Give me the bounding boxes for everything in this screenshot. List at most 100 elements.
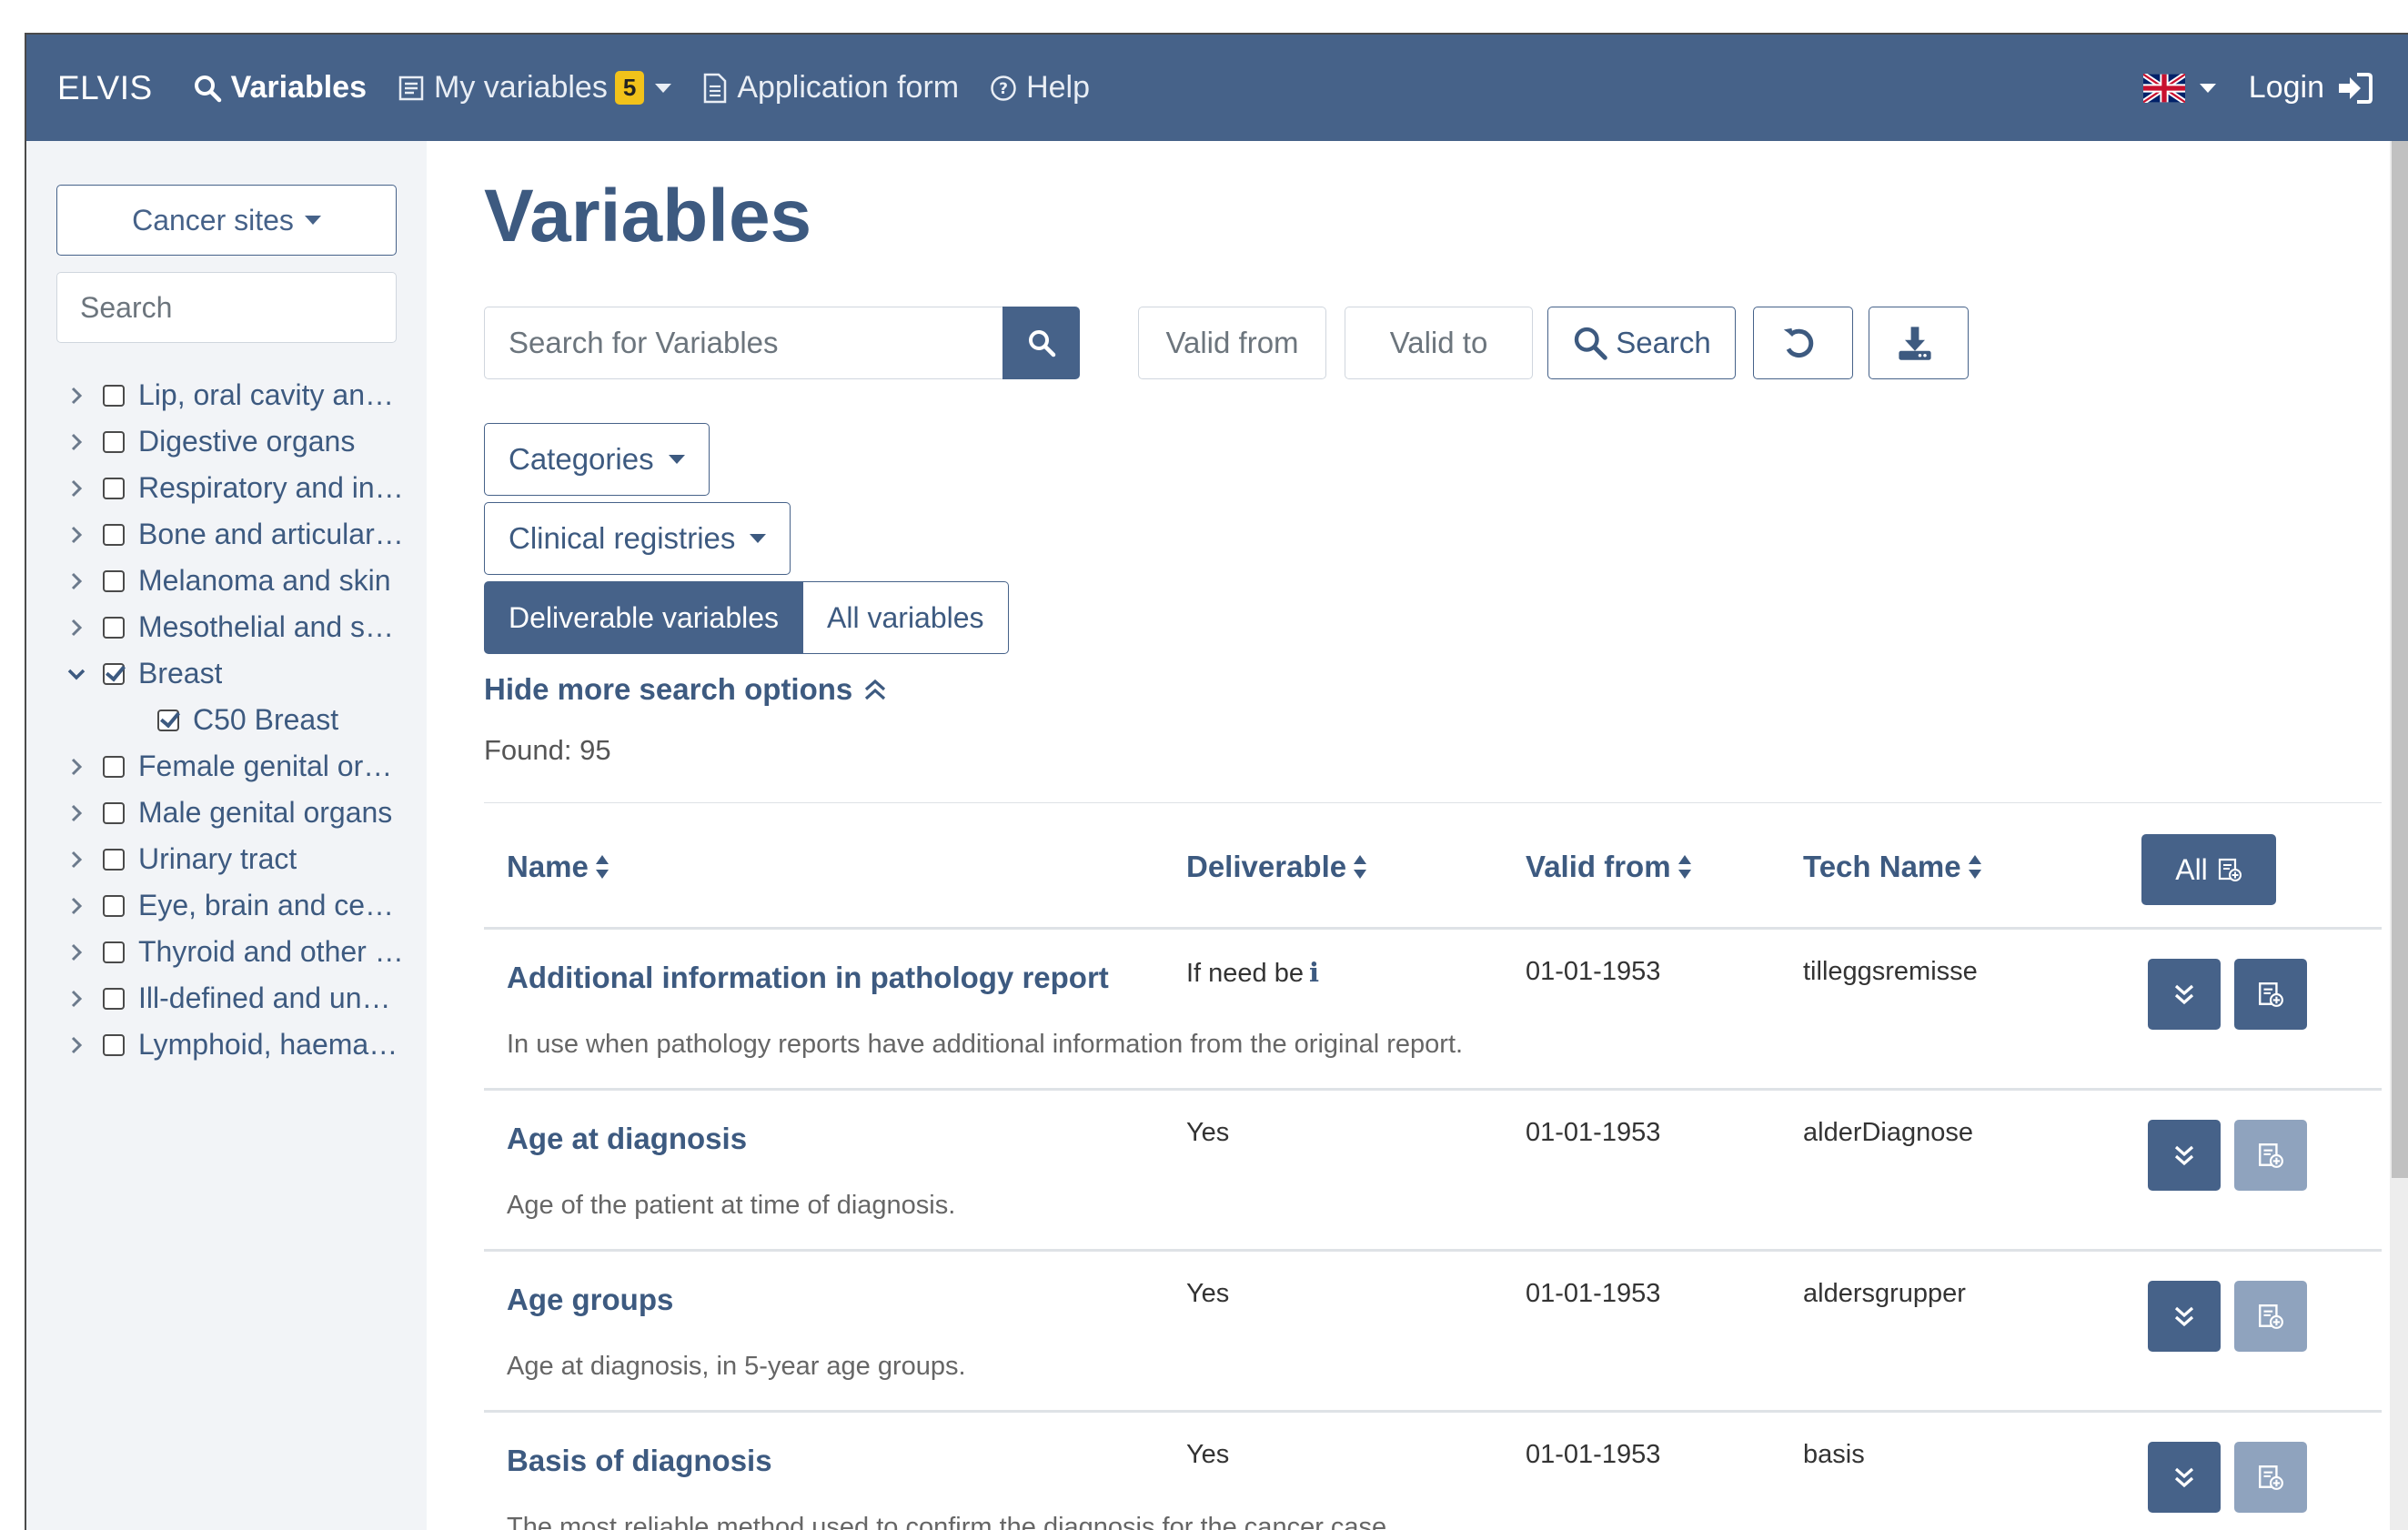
cancer-sites-dropdown[interactable]: Cancer sites bbox=[56, 185, 397, 256]
valid-from-cell: 01-01-1953 bbox=[1526, 1118, 1661, 1147]
nav-help[interactable]: ? Help bbox=[990, 70, 1090, 106]
categories-dropdown[interactable]: Categories bbox=[484, 423, 710, 496]
checkbox[interactable] bbox=[103, 1033, 125, 1056]
tree-item-digestive-organs[interactable]: Digestive organs bbox=[63, 418, 427, 465]
add-to-my-variables-button-disabled[interactable] bbox=[2234, 1120, 2307, 1191]
valid-from-input[interactable]: Valid from bbox=[1138, 307, 1326, 379]
checkbox[interactable] bbox=[103, 523, 125, 546]
tree-item-female-genital[interactable]: Female genital or… bbox=[63, 743, 427, 790]
chevron-right-icon[interactable] bbox=[63, 432, 90, 452]
nav-application-form[interactable]: Application form bbox=[702, 70, 959, 106]
brand-logo[interactable]: ELVIS bbox=[57, 69, 153, 107]
variable-search-input[interactable]: Search for Variables bbox=[484, 307, 1002, 379]
expand-row-button[interactable] bbox=[2148, 1281, 2221, 1352]
checkbox[interactable] bbox=[103, 941, 125, 963]
chevron-right-icon[interactable] bbox=[63, 571, 90, 591]
clinical-registries-dropdown[interactable]: Clinical registries bbox=[484, 502, 791, 575]
add-to-my-variables-button-disabled[interactable] bbox=[2234, 1442, 2307, 1513]
tree-item-melanoma-skin[interactable]: Melanoma and skin bbox=[63, 558, 427, 604]
tree-item-label: Bone and articular… bbox=[138, 518, 404, 550]
chevron-right-icon[interactable] bbox=[63, 386, 90, 406]
checkbox[interactable] bbox=[103, 987, 125, 1010]
vertical-scrollbar[interactable] bbox=[2390, 141, 2408, 1530]
add-to-my-variables-button-disabled[interactable] bbox=[2234, 1281, 2307, 1352]
tree-item-c50-breast[interactable]: C50 Breast bbox=[63, 697, 427, 743]
chevron-right-icon[interactable] bbox=[63, 757, 90, 777]
hide-search-options-label: Hide more search options bbox=[484, 672, 853, 706]
tree-item-mesothelial[interactable]: Mesothelial and s… bbox=[63, 604, 427, 650]
checkbox[interactable] bbox=[103, 477, 125, 499]
variable-name-link[interactable]: Basis of diagnosis bbox=[507, 1444, 772, 1478]
add-all-button[interactable]: All bbox=[2141, 834, 2276, 905]
valid-to-input[interactable]: Valid to bbox=[1345, 307, 1533, 379]
chevron-right-icon[interactable] bbox=[63, 1035, 90, 1055]
info-icon[interactable]: i bbox=[1309, 957, 1319, 988]
search-submit-button[interactable] bbox=[1002, 307, 1080, 379]
checkbox[interactable] bbox=[103, 755, 125, 778]
sidebar-search-input[interactable]: Search bbox=[56, 272, 397, 343]
add-to-my-variables-button[interactable] bbox=[2234, 959, 2307, 1030]
hide-search-options-link[interactable]: Hide more search options bbox=[484, 672, 887, 707]
chevron-right-icon[interactable] bbox=[63, 803, 90, 823]
app-window: ELVIS Variables My variables 5 Applicati… bbox=[25, 33, 2408, 1530]
toggle-deliverable-variables[interactable]: Deliverable variables bbox=[484, 581, 804, 654]
expand-row-button[interactable] bbox=[2148, 1442, 2221, 1513]
chevron-right-icon[interactable] bbox=[63, 525, 90, 545]
expand-row-button[interactable] bbox=[2148, 959, 2221, 1030]
checkbox[interactable] bbox=[103, 894, 125, 917]
variable-name-link[interactable]: Additional information in pathology repo… bbox=[507, 961, 1109, 995]
tree-item-respiratory[interactable]: Respiratory and in… bbox=[63, 465, 427, 511]
column-header-name: Name bbox=[507, 850, 589, 883]
chevron-right-icon[interactable] bbox=[63, 618, 90, 638]
sort-by-valid-from[interactable]: Valid from bbox=[1526, 803, 1691, 931]
checkbox[interactable] bbox=[103, 616, 125, 639]
checkbox[interactable] bbox=[103, 569, 125, 592]
tree-item-male-genital[interactable]: Male genital organs bbox=[63, 790, 427, 836]
scrollbar-thumb[interactable] bbox=[2392, 141, 2408, 1178]
tree-item-label: Female genital or… bbox=[138, 750, 393, 782]
sort-by-tech-name[interactable]: Tech Name bbox=[1803, 803, 1981, 931]
nav-my-variables-label: My variables bbox=[434, 70, 608, 105]
chevron-right-icon[interactable] bbox=[63, 942, 90, 962]
deliverable-value: Yes bbox=[1186, 1440, 1230, 1469]
sort-by-name[interactable]: Name bbox=[507, 803, 609, 931]
valid-from-cell: 01-01-1953 bbox=[1526, 1279, 1661, 1308]
tree-item-label: C50 Breast bbox=[193, 703, 339, 736]
variable-name-link[interactable]: Age groups bbox=[507, 1283, 673, 1317]
variable-description: Age of the patient at time of diagnosis. bbox=[507, 1191, 956, 1220]
tree-item-label: Digestive organs bbox=[138, 425, 356, 458]
download-button[interactable] bbox=[1869, 307, 1969, 379]
sort-icon bbox=[595, 855, 609, 879]
sort-by-deliverable[interactable]: Deliverable bbox=[1186, 803, 1367, 931]
search-button[interactable]: Search bbox=[1547, 307, 1736, 379]
chevron-down-icon[interactable] bbox=[63, 668, 90, 680]
tree-item-urinary-tract[interactable]: Urinary tract bbox=[63, 836, 427, 882]
checkbox-checked[interactable] bbox=[103, 662, 125, 685]
chevron-right-icon[interactable] bbox=[63, 989, 90, 1009]
toggle-all-variables[interactable]: All variables bbox=[803, 581, 1009, 654]
chevron-right-icon[interactable] bbox=[63, 478, 90, 498]
checkbox[interactable] bbox=[103, 384, 125, 407]
tree-item-lymphoid[interactable]: Lymphoid, haema… bbox=[63, 1022, 427, 1068]
checkbox[interactable] bbox=[103, 801, 125, 824]
tree-item-ill-defined[interactable]: Ill-defined and un… bbox=[63, 975, 427, 1022]
nav-variables[interactable]: Variables bbox=[193, 70, 367, 106]
reset-button[interactable] bbox=[1753, 307, 1853, 379]
checkbox[interactable] bbox=[103, 430, 125, 453]
variable-description: The most reliable method used to confirm… bbox=[507, 1513, 1395, 1530]
chevron-right-icon[interactable] bbox=[63, 896, 90, 916]
checkbox-checked[interactable] bbox=[157, 709, 179, 731]
tree-item-bone-articular[interactable]: Bone and articular… bbox=[63, 511, 427, 558]
tree-item-thyroid[interactable]: Thyroid and other … bbox=[63, 929, 427, 975]
tree-item-lip-oral-cavity[interactable]: Lip, oral cavity an… bbox=[63, 372, 427, 418]
tree-item-breast[interactable]: Breast bbox=[63, 650, 427, 697]
variable-name-link[interactable]: Age at diagnosis bbox=[507, 1122, 747, 1156]
nav-my-variables[interactable]: My variables 5 bbox=[398, 70, 672, 106]
login-link[interactable]: Login bbox=[2249, 70, 2373, 106]
search-icon bbox=[194, 75, 221, 102]
tree-item-eye-brain[interactable]: Eye, brain and ce… bbox=[63, 882, 427, 929]
expand-row-button[interactable] bbox=[2148, 1120, 2221, 1191]
chevron-right-icon[interactable] bbox=[63, 850, 90, 870]
language-selector[interactable] bbox=[2142, 73, 2216, 103]
checkbox[interactable] bbox=[103, 848, 125, 871]
